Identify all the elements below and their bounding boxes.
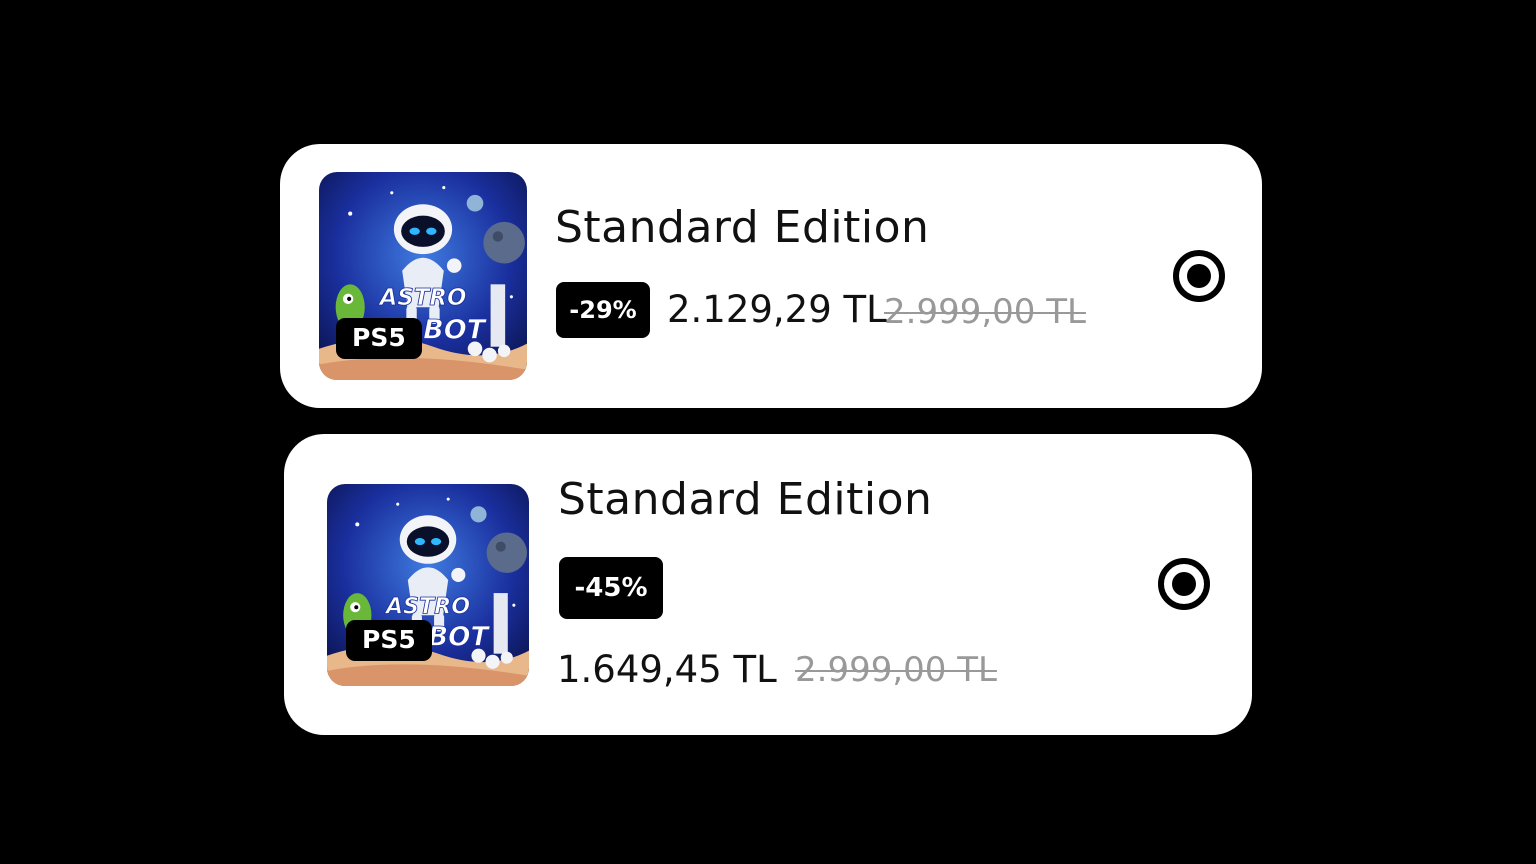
radio-selected-icon[interactable] (1158, 558, 1210, 610)
original-price: 2.999,00 TL (884, 292, 1086, 332)
svg-text:BOT: BOT (428, 623, 490, 653)
svg-text:ASTRO: ASTRO (384, 593, 470, 619)
sale-price: 1.649,45 TL (557, 648, 777, 691)
edition-title: Standard Edition (558, 474, 933, 525)
platform-badge: PS5 (336, 318, 422, 359)
edition-title: Standard Edition (555, 202, 930, 253)
original-price: 2.999,00 TL (795, 650, 997, 690)
radio-selected-icon[interactable] (1173, 250, 1225, 302)
edition-option-card[interactable]: ASTRO BOT PS5 Standard Edition -29% 2.12… (280, 144, 1262, 408)
svg-text:ASTRO: ASTRO (378, 285, 467, 311)
svg-text:BOT: BOT (423, 314, 488, 345)
sale-price: 2.129,29 TL (667, 288, 887, 331)
discount-badge: -45% (559, 557, 663, 619)
edition-option-card[interactable]: ASTRO BOT PS5 Standard Edition -45% 1.64… (284, 434, 1252, 735)
discount-badge: -29% (556, 282, 650, 338)
platform-badge: PS5 (346, 620, 432, 661)
